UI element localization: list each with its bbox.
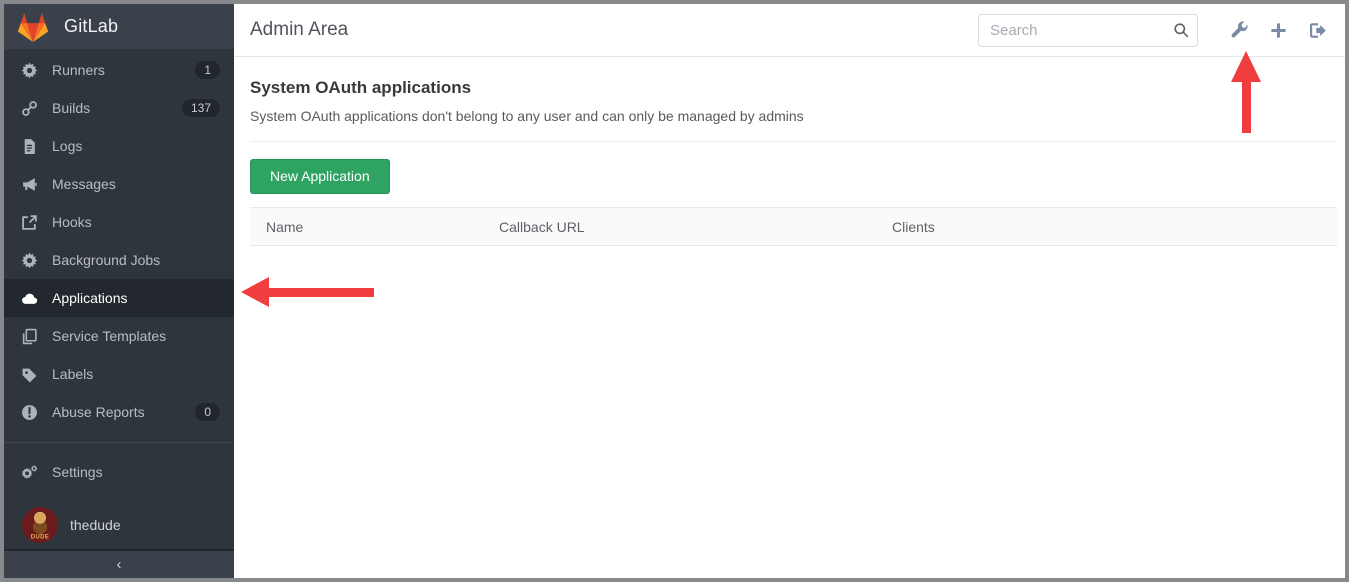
count-badge: 1 [195, 61, 220, 79]
sidebar-item-hooks[interactable]: Hooks [4, 203, 234, 241]
content-area: System OAuth applications System OAuth a… [234, 57, 1345, 246]
annotation-arrow-up-head [1231, 51, 1261, 82]
search-input[interactable] [978, 14, 1198, 47]
sidebar-divider [4, 442, 234, 443]
sidebar-item-builds[interactable]: Builds 137 [4, 89, 234, 127]
sidebar-item-applications[interactable]: Applications [4, 279, 234, 317]
sidebar: GitLab Runners 1 Builds 137 Logs Message… [4, 4, 234, 578]
tag-icon [21, 366, 38, 383]
annotation-arrow-left-shaft [266, 288, 374, 297]
sidebar-user-profile[interactable]: DUDE thedude [4, 501, 234, 549]
gear-icon [21, 62, 38, 79]
column-header-callback-url: Callback URL [483, 208, 876, 246]
column-header-clients: Clients [876, 208, 1337, 246]
sidebar-item-label: Background Jobs [52, 252, 160, 268]
user-name: thedude [70, 517, 121, 533]
bullhorn-icon [21, 176, 38, 193]
new-application-button[interactable]: New Application [250, 159, 390, 194]
sidebar-item-label: Applications [52, 290, 128, 306]
section-description: System OAuth applications don't belong t… [250, 108, 1337, 124]
app-window: GitLab Runners 1 Builds 137 Logs Message… [0, 0, 1349, 582]
sidebar-item-label: Labels [52, 366, 93, 382]
cloud-icon [21, 290, 38, 307]
chevron-left-icon: ‹ [117, 556, 122, 573]
sidebar-item-service-templates[interactable]: Service Templates [4, 317, 234, 355]
section-heading: System OAuth applications [250, 78, 1337, 98]
file-text-icon [21, 138, 38, 155]
oauth-applications-table: Name Callback URL Clients [250, 207, 1337, 246]
sidebar-item-label: Settings [52, 464, 103, 480]
sidebar-item-label: Hooks [52, 214, 92, 230]
sign-out-icon[interactable] [1308, 21, 1327, 40]
count-badge: 137 [182, 99, 220, 117]
sidebar-item-label: Service Templates [52, 328, 166, 344]
column-header-name: Name [250, 208, 483, 246]
gitlab-logo-text: GitLab [64, 16, 118, 37]
count-badge: 0 [195, 403, 220, 421]
sidebar-item-abuse-reports[interactable]: Abuse Reports 0 [4, 393, 234, 431]
sidebar-item-label: Runners [52, 62, 105, 78]
cogs-icon [21, 464, 38, 481]
exclamation-circle-icon [21, 404, 38, 421]
chain-link-icon [21, 100, 38, 117]
main-area: Admin Area System OAuth applications Sys… [234, 4, 1345, 578]
annotation-arrow-up-shaft [1242, 80, 1251, 133]
sidebar-item-labels[interactable]: Labels [4, 355, 234, 393]
sidebar-nav: Runners 1 Builds 137 Logs Messages Hooks [4, 49, 234, 549]
sidebar-item-background-jobs[interactable]: Background Jobs [4, 241, 234, 279]
content-divider [250, 141, 1337, 142]
sidebar-collapse-button[interactable]: ‹ [4, 549, 234, 578]
sidebar-item-label: Abuse Reports [52, 404, 145, 420]
gitlab-logo-icon [16, 11, 50, 42]
sidebar-item-label: Logs [52, 138, 82, 154]
sidebar-item-runners[interactable]: Runners 1 [4, 51, 234, 89]
sidebar-header[interactable]: GitLab [4, 4, 234, 49]
top-header: Admin Area [234, 4, 1345, 57]
search-box [978, 14, 1198, 47]
sidebar-item-logs[interactable]: Logs [4, 127, 234, 165]
annotation-arrow-left-head [241, 277, 269, 307]
page-title: Admin Area [250, 19, 978, 41]
avatar-caption: DUDE [27, 533, 54, 540]
sidebar-item-messages[interactable]: Messages [4, 165, 234, 203]
wrench-admin-icon[interactable] [1230, 21, 1249, 40]
sidebar-item-label: Builds [52, 100, 90, 116]
gear-icon [21, 252, 38, 269]
external-link-icon [21, 214, 38, 231]
plus-new-icon[interactable] [1269, 21, 1288, 40]
copy-icon [21, 328, 38, 345]
table-header-row: Name Callback URL Clients [250, 208, 1337, 246]
user-avatar: DUDE [22, 507, 58, 543]
sidebar-item-settings[interactable]: Settings [4, 453, 234, 491]
sidebar-item-label: Messages [52, 176, 116, 192]
